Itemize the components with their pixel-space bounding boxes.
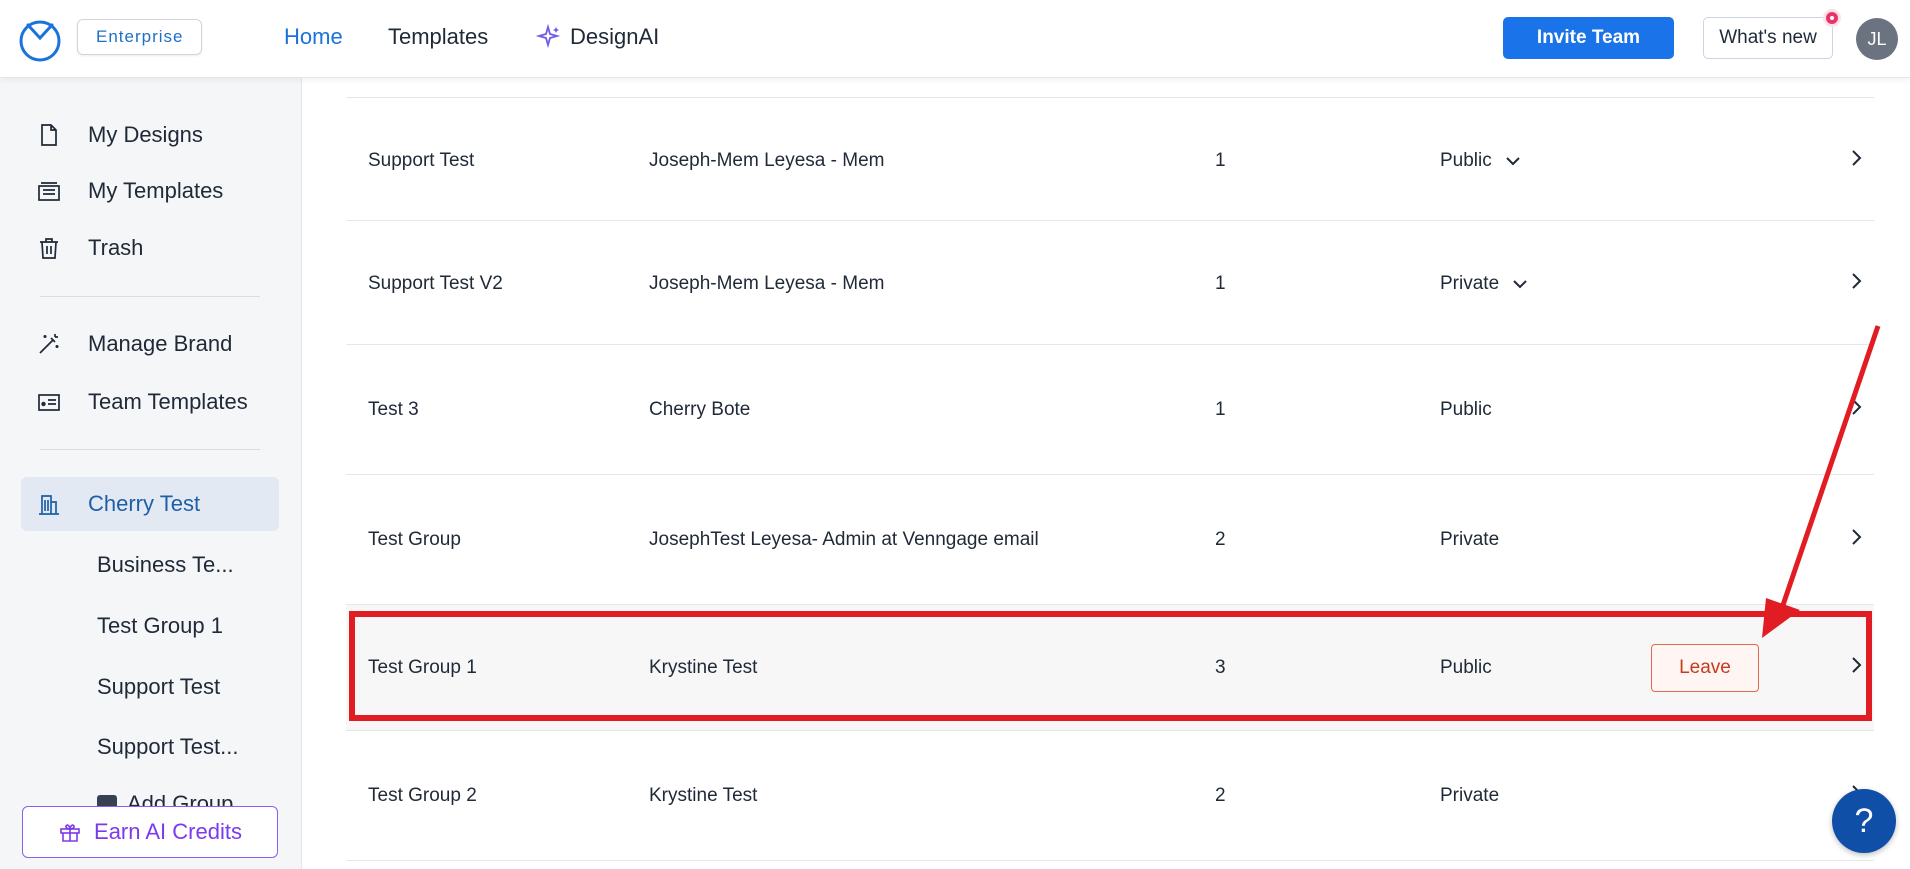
member-count: 2 [1215,785,1226,806]
visibility-label: Public [1440,657,1492,678]
sidebar-group-item[interactable]: Support Test... [97,734,238,760]
sidebar-group-item[interactable]: Support Test [97,674,220,700]
member-count: 1 [1215,273,1226,294]
visibility-label: Private [1440,529,1500,550]
group-name: Support Test [368,150,475,171]
nav-designai-label: DesignAI [570,24,660,49]
table-row[interactable]: Test Group JosephTest Leyesa- Admin at V… [346,475,1874,605]
sparkle-icon [536,24,561,49]
sidebar-divider [40,296,260,297]
venngage-logo-icon[interactable] [17,16,63,62]
member-count: 1 [1215,399,1226,420]
sidebar-item-my-templates[interactable]: My Templates [36,171,223,211]
chevron-right-icon[interactable] [1846,397,1866,417]
sidebar-group-item[interactable]: Test Group 1 [97,613,223,639]
earn-ai-credits-button[interactable]: Earn AI Credits [22,806,278,858]
group-owner: Cherry Bote [649,399,751,420]
chevron-right-icon[interactable] [1846,655,1866,675]
member-count: 2 [1215,529,1226,550]
sidebar-item-trash[interactable]: Trash [36,228,143,268]
group-name: Test Group [368,529,461,550]
trash-icon [40,238,58,259]
document-icon [41,124,57,146]
sidebar: My Designs My Templates Trash Manage Bra… [0,78,302,869]
group-name: Test Group 1 [368,657,477,678]
sidebar-divider [40,449,260,450]
building-icon [39,495,59,515]
group-owner: Krystine Test [649,785,758,806]
visibility-label: Private [1440,785,1500,806]
visibility-label: Public [1440,150,1492,171]
nav-home[interactable]: Home [284,24,343,50]
table-row[interactable]: Test 3 Cherry Bote 1 Public [346,345,1874,475]
invite-team-button[interactable]: Invite Team [1503,17,1674,59]
chevron-right-icon[interactable] [1846,271,1866,291]
visibility-label: Private [1440,273,1500,294]
gift-icon [60,824,80,842]
table-row[interactable]: Test Group 2 Krystine Test 2 Private [346,731,1874,861]
avatar[interactable]: JL [1856,18,1898,60]
sidebar-group-item[interactable]: Business Te... [97,552,234,578]
table-row-selected[interactable]: Test Group 1 Krystine Test 3 Public Leav… [346,605,1874,731]
magic-wand-icon [39,334,59,354]
sidebar-item-label: Cherry Test [88,491,201,516]
sidebar-item-label: Manage Brand [88,331,233,356]
group-owner: JosephTest Leyesa- Admin at Venngage ema… [649,529,1039,550]
member-count: 1 [1215,150,1226,171]
group-owner: Joseph-Mem Leyesa - Mem [649,273,885,294]
leave-group-button[interactable]: Leave [1651,644,1759,692]
sidebar-item-my-designs[interactable]: My Designs [36,115,203,155]
table-row[interactable]: Support Test V2 Joseph-Mem Leyesa - Mem … [346,221,1874,345]
group-name: Test Group 2 [368,785,477,806]
group-owner: Krystine Test [649,657,758,678]
chevron-down-icon [1513,280,1527,289]
chevron-right-icon[interactable] [1846,527,1866,547]
group-name: Support Test V2 [368,273,503,294]
team-templates-icon [38,394,60,411]
templates-icon [38,182,60,201]
member-count: 3 [1215,657,1226,678]
whats-new-button[interactable]: What's new [1703,17,1833,59]
nav-templates[interactable]: Templates [388,24,488,50]
table-row[interactable]: Support Test Joseph-Mem Leyesa - Mem 1 P… [346,97,1874,221]
sidebar-item-manage-brand[interactable]: Manage Brand [36,324,232,364]
sidebar-item-label: Team Templates [88,389,248,414]
earn-ai-credits-label: Earn AI Credits [94,819,242,844]
top-header: Enterprise Home Templates DesignAI Invit… [0,0,1910,78]
sidebar-item-label: My Designs [88,122,203,147]
chevron-right-icon[interactable] [1846,148,1866,168]
sidebar-item-team-templates[interactable]: Team Templates [36,382,248,422]
chevron-down-icon [1506,157,1520,166]
nav-designai[interactable]: DesignAI [536,24,659,50]
help-button[interactable]: ? [1832,789,1896,853]
group-owner: Joseph-Mem Leyesa - Mem [649,150,885,171]
notification-dot [1823,9,1841,27]
sidebar-item-label: My Templates [88,178,224,203]
sidebar-item-label: Trash [88,235,144,260]
enterprise-badge: Enterprise [77,19,203,55]
visibility-dropdown[interactable]: Public [1440,150,1522,172]
group-name: Test 3 [368,399,419,420]
visibility-dropdown[interactable]: Private [1440,273,1529,295]
sidebar-item-cherry-test[interactable]: Cherry Test [36,484,200,524]
visibility-label: Public [1440,399,1492,420]
